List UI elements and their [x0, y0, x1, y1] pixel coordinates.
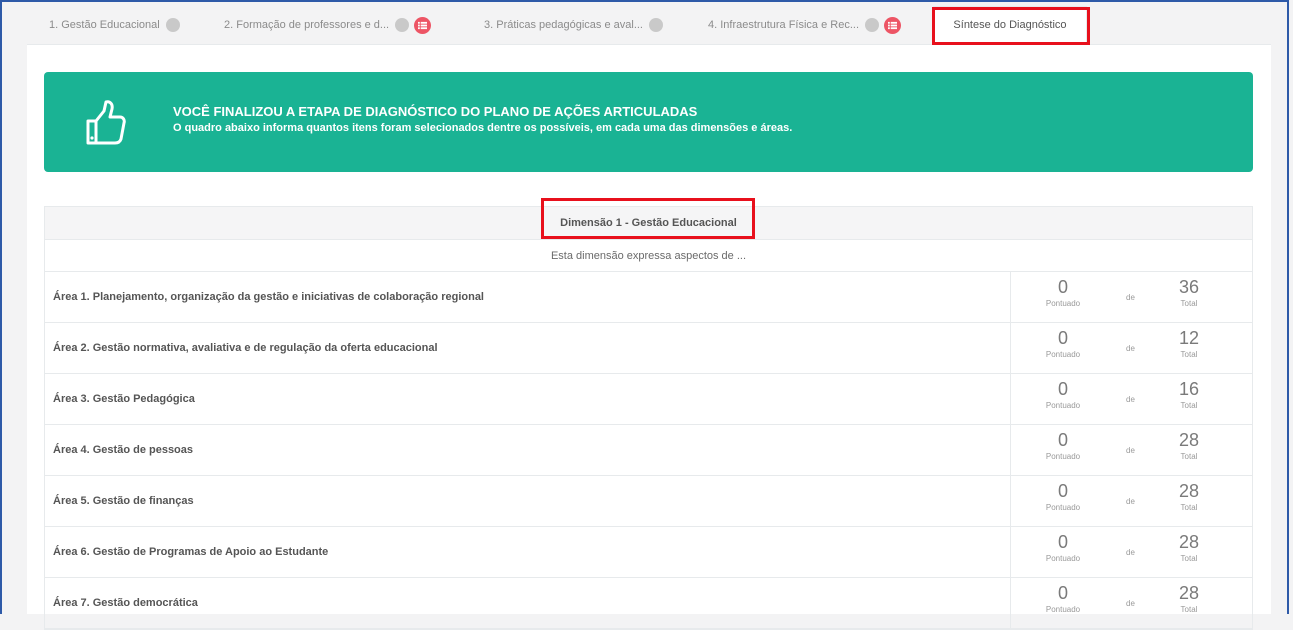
total-label: Total — [1180, 350, 1198, 359]
of-label: de — [1126, 548, 1135, 557]
scored-value: 0 — [1057, 583, 1068, 603]
scored-value: 0 — [1057, 277, 1068, 297]
scored-value: 0 — [1057, 481, 1068, 501]
status-dot-icon — [648, 18, 663, 32]
area-score: 0 Pontuado de 28 Total — [1011, 476, 1252, 526]
tab-label: 4. Infraestrutura Física e Rec... — [708, 19, 860, 31]
list-badge-icon — [884, 16, 902, 34]
scored-label: Pontuado — [1045, 503, 1081, 512]
area-label: Área 5. Gestão de finanças — [45, 476, 1011, 526]
status-dot-icon — [165, 18, 180, 32]
area-label: Área 3. Gestão Pedagógica — [45, 374, 1011, 424]
of-label: de — [1126, 446, 1135, 455]
total-label: Total — [1180, 605, 1198, 614]
status-dot-icon — [395, 18, 410, 32]
scored-label: Pontuado — [1045, 350, 1081, 359]
total-count: 28 Total — [1159, 481, 1219, 512]
scored-count: 0 Pontuado — [1033, 379, 1093, 410]
banner-subtitle: O quadro abaixo informa quantos itens fo… — [173, 122, 793, 134]
scored-count: 0 Pontuado — [1033, 277, 1093, 308]
area-label: Área 6. Gestão de Programas de Apoio ao … — [45, 527, 1011, 577]
dimension-description: Esta dimensão expressa aspectos de ... — [45, 240, 1252, 272]
scored-label: Pontuado — [1045, 554, 1081, 563]
area-row: Área 4. Gestão de pessoas 0 Pontuado de … — [45, 425, 1252, 476]
scored-label: Pontuado — [1045, 452, 1081, 461]
scored-count: 0 Pontuado — [1033, 532, 1093, 563]
scored-value: 0 — [1057, 328, 1068, 348]
tab-sintese-diagnostico[interactable]: Síntese do Diagnóstico — [933, 6, 1087, 44]
scored-count: 0 Pontuado — [1033, 328, 1093, 359]
banner-title: VOCÊ FINALIZOU A ETAPA DE DIAGNÓSTICO DO… — [173, 104, 698, 119]
tab-label: 1. Gestão Educacional — [49, 19, 160, 31]
total-value: 28 — [1178, 583, 1200, 603]
of-label: de — [1126, 293, 1135, 302]
area-rows: Área 1. Planejamento, organização da ges… — [45, 272, 1252, 629]
total-value: 28 — [1178, 481, 1200, 501]
area-row: Área 2. Gestão normativa, avaliativa e d… — [45, 323, 1252, 374]
area-label: Área 1. Planejamento, organização da ges… — [45, 272, 1011, 322]
total-value: 12 — [1178, 328, 1200, 348]
total-label: Total — [1180, 299, 1198, 308]
completion-banner: VOCÊ FINALIZOU A ETAPA DE DIAGNÓSTICO DO… — [44, 72, 1253, 172]
area-score: 0 Pontuado de 28 Total — [1011, 527, 1252, 577]
scored-count: 0 Pontuado — [1033, 583, 1093, 614]
of-label: de — [1126, 497, 1135, 506]
status-dot-icon — [865, 18, 880, 32]
total-count: 16 Total — [1159, 379, 1219, 410]
scored-value: 0 — [1057, 532, 1068, 552]
of-label: de — [1126, 344, 1135, 353]
total-value: 28 — [1178, 532, 1200, 552]
scored-count: 0 Pontuado — [1033, 430, 1093, 461]
total-label: Total — [1180, 401, 1198, 410]
area-score: 0 Pontuado de 28 Total — [1011, 425, 1252, 475]
of-label: de — [1126, 395, 1135, 404]
area-row: Área 7. Gestão democrática 0 Pontuado de… — [45, 578, 1252, 629]
area-row: Área 1. Planejamento, organização da ges… — [45, 272, 1252, 323]
total-count: 12 Total — [1159, 328, 1219, 359]
tab-infraestrutura[interactable]: 4. Infraestrutura Física e Rec... — [708, 12, 902, 38]
area-row: Área 5. Gestão de finanças 0 Pontuado de… — [45, 476, 1252, 527]
list-badge-icon — [414, 16, 432, 34]
scored-label: Pontuado — [1045, 401, 1081, 410]
area-score: 0 Pontuado de 28 Total — [1011, 578, 1252, 628]
tab-label: 3. Práticas pedagógicas e aval... — [484, 19, 643, 31]
tab-label: Síntese do Diagnóstico — [953, 19, 1067, 31]
total-count: 36 Total — [1159, 277, 1219, 308]
area-label: Área 2. Gestão normativa, avaliativa e d… — [45, 323, 1011, 373]
area-label: Área 7. Gestão democrática — [45, 578, 1011, 628]
total-label: Total — [1180, 503, 1198, 512]
tab-praticas-pedagogicas[interactable]: 3. Práticas pedagógicas e aval... — [484, 12, 663, 38]
area-label: Área 4. Gestão de pessoas — [45, 425, 1011, 475]
total-value: 28 — [1178, 430, 1200, 450]
area-row: Área 3. Gestão Pedagógica 0 Pontuado de … — [45, 374, 1252, 425]
area-score: 0 Pontuado de 12 Total — [1011, 323, 1252, 373]
total-count: 28 Total — [1159, 583, 1219, 614]
total-value: 36 — [1178, 277, 1200, 297]
thumbs-up-icon — [86, 100, 126, 145]
tab-bar: 1. Gestão Educacional 2. Formação de pro… — [27, 6, 1271, 45]
scored-count: 0 Pontuado — [1033, 481, 1093, 512]
scored-label: Pontuado — [1045, 605, 1081, 614]
tab-label: 2. Formação de professores e d... — [224, 19, 390, 31]
total-value: 16 — [1178, 379, 1200, 399]
of-label: de — [1126, 599, 1135, 608]
total-count: 28 Total — [1159, 430, 1219, 461]
dimension-title: Dimensão 1 - Gestão Educacional — [45, 207, 1252, 240]
area-score: 0 Pontuado de 16 Total — [1011, 374, 1252, 424]
total-count: 28 Total — [1159, 532, 1219, 563]
tab-formacao-professores[interactable]: 2. Formação de professores e d... — [224, 12, 432, 38]
scored-value: 0 — [1057, 379, 1068, 399]
total-label: Total — [1180, 452, 1198, 461]
total-label: Total — [1180, 554, 1198, 563]
dimension-table: Dimensão 1 - Gestão Educacional Esta dim… — [44, 206, 1253, 630]
area-score: 0 Pontuado de 36 Total — [1011, 272, 1252, 322]
scored-label: Pontuado — [1045, 299, 1081, 308]
scored-value: 0 — [1057, 430, 1068, 450]
tab-gestao-educacional[interactable]: 1. Gestão Educacional — [49, 12, 180, 38]
content-panel: VOCÊ FINALIZOU A ETAPA DE DIAGNÓSTICO DO… — [27, 45, 1271, 630]
area-row: Área 6. Gestão de Programas de Apoio ao … — [45, 527, 1252, 578]
